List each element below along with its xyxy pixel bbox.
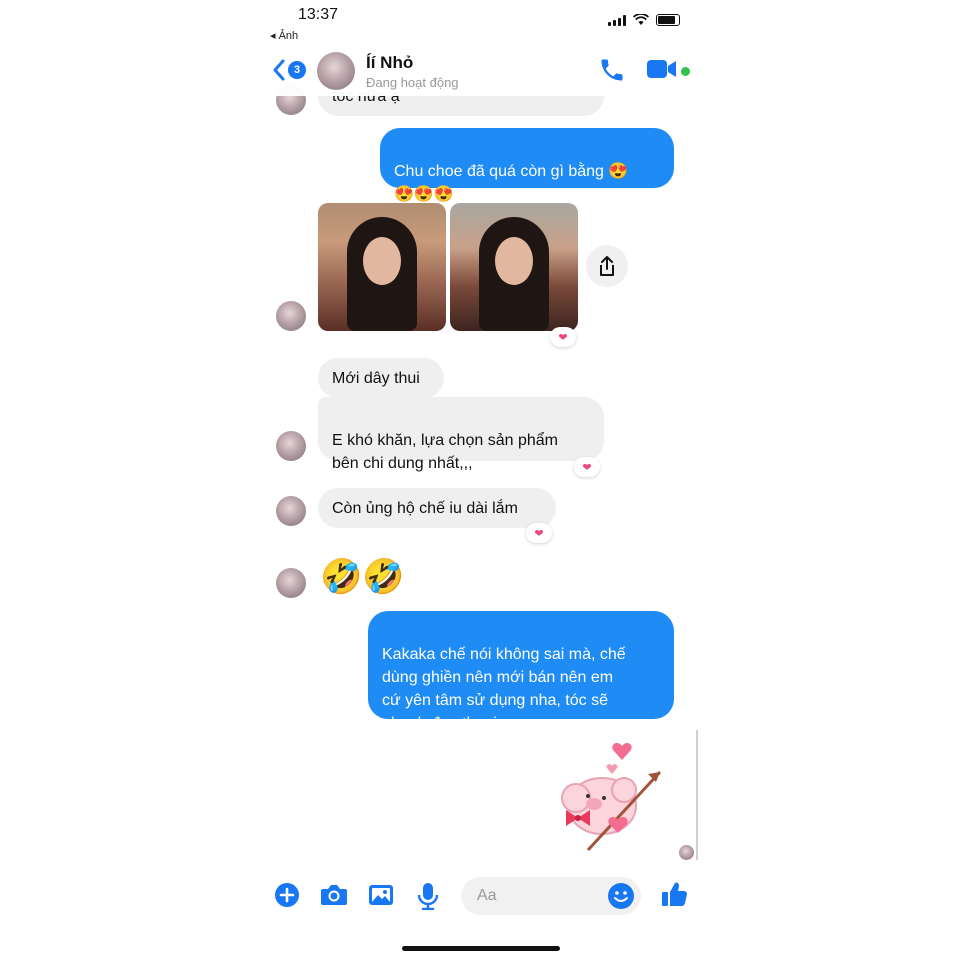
- chat-header: 3 Íí Nhỏ Đang hoạt động: [260, 44, 700, 96]
- image-icon: [369, 885, 393, 905]
- cupid-sticker[interactable]: [548, 732, 674, 858]
- messenger-screen: 13:37 ◂ Ảnh 3 Íí Nhỏ Đang hoạt động tóc …: [260, 0, 700, 960]
- message-out[interactable]: Kakaka chế nói không sai mà, chế dùng gh…: [368, 611, 674, 732]
- message-input-placeholder: Aa: [477, 887, 497, 904]
- contact-name[interactable]: Íí Nhỏ: [366, 53, 413, 73]
- message-out[interactable]: Chu choe đã quá còn gì bằng 😍 😍😍😍: [380, 128, 674, 203]
- gallery-button[interactable]: [367, 882, 395, 913]
- heart-reaction[interactable]: ❤: [574, 457, 600, 477]
- home-indicator[interactable]: [402, 946, 560, 951]
- sender-avatar: [276, 496, 306, 526]
- like-button[interactable]: [660, 880, 688, 913]
- phone-icon: [601, 59, 623, 81]
- status-time: 13:37: [298, 6, 339, 23]
- add-button[interactable]: [274, 882, 300, 913]
- wifi-icon: [633, 14, 649, 25]
- voice-button[interactable]: [417, 882, 439, 915]
- signal-icon: [608, 14, 626, 26]
- message-text: Còn ủng hộ chế iu dài lắm: [332, 500, 518, 517]
- video-camera-icon: [647, 60, 676, 78]
- sender-avatar: [276, 301, 306, 331]
- shared-photo[interactable]: [450, 203, 578, 331]
- message-in[interactable]: E khó khăn, lựa chọn sản phẩm bên chi du…: [318, 397, 604, 472]
- online-indicator: [681, 67, 690, 76]
- chevron-left-icon: [273, 59, 285, 81]
- back-button[interactable]: 3: [272, 58, 306, 82]
- camera-button[interactable]: [320, 882, 348, 913]
- smiley-icon[interactable]: [607, 882, 635, 910]
- message-text: Chu choe đã quá còn gì bằng 😍 😍😍😍: [394, 163, 629, 203]
- message-input[interactable]: Aa: [461, 877, 641, 915]
- message-composer: Aa: [260, 872, 700, 920]
- share-icon: [600, 256, 614, 276]
- message-text: E khó khăn, lựa chọn sản phẩm bên chi du…: [332, 432, 558, 472]
- back-to-app-link[interactable]: ◂ Ảnh: [270, 29, 298, 42]
- unread-badge: 3: [288, 61, 306, 79]
- scrollbar[interactable]: [696, 730, 698, 860]
- message-in[interactable]: Còn ủng hộ chế iu dài lắm: [318, 488, 556, 528]
- plus-circle-icon: [275, 883, 299, 907]
- sender-avatar: [276, 568, 306, 598]
- video-call-button[interactable]: [646, 58, 678, 85]
- thumbs-up-icon: [662, 882, 687, 906]
- heart-reaction[interactable]: ❤: [526, 523, 552, 543]
- sender-avatar: [276, 431, 306, 461]
- call-button[interactable]: [598, 56, 626, 89]
- seen-avatar: [679, 845, 694, 860]
- microphone-icon: [417, 883, 439, 911]
- contact-avatar[interactable]: [317, 52, 355, 90]
- shared-photo[interactable]: [318, 203, 446, 331]
- battery-icon: [656, 14, 680, 26]
- share-button[interactable]: [586, 245, 628, 287]
- message-text: Kakaka chế nói không sai mà, chế dùng gh…: [382, 646, 626, 732]
- status-icons: [608, 14, 680, 26]
- message-text: Mới dây thui: [332, 370, 420, 387]
- emoji-message[interactable]: 🤣🤣: [320, 557, 405, 597]
- heart-reaction[interactable]: ❤: [550, 327, 576, 347]
- contact-status: Đang hoạt động: [366, 75, 459, 90]
- message-in[interactable]: Mới dây thui: [318, 358, 444, 398]
- camera-icon: [321, 885, 347, 905]
